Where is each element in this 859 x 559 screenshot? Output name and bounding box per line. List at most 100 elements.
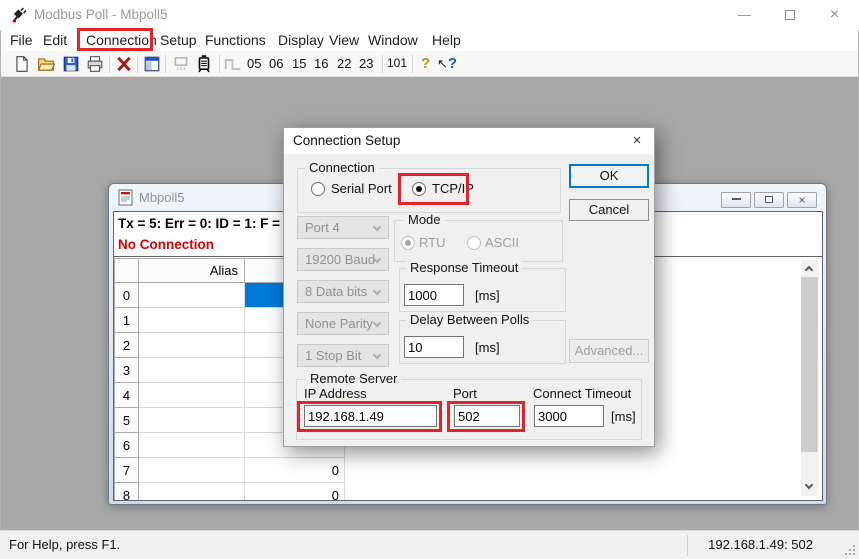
row-header: 5 (115, 408, 139, 433)
row-header: 2 (115, 333, 139, 358)
menu-display[interactable]: Display (278, 30, 324, 51)
delete-icon[interactable] (115, 55, 133, 73)
toolbar-separator (382, 55, 383, 73)
cancel-button[interactable]: Cancel (569, 199, 649, 221)
alias-cell[interactable] (139, 333, 245, 358)
function-16-button[interactable]: 16 (314, 51, 328, 76)
close-button[interactable]: × (812, 0, 857, 30)
connect-timeout-input[interactable] (534, 405, 604, 427)
document-icon (118, 189, 133, 206)
toolbar: 05 06 15 16 22 23 101 ? ↖? (1, 51, 858, 77)
serial-port-radio[interactable] (311, 182, 325, 196)
delay-unit: [ms] (475, 340, 500, 355)
tcpip-label[interactable]: TCP/IP (432, 181, 474, 196)
child-restore-button[interactable] (754, 192, 784, 208)
display-setup-icon[interactable] (143, 55, 161, 73)
save-icon[interactable] (62, 55, 80, 73)
toolbar-separator (137, 55, 138, 73)
ascii-radio[interactable] (467, 236, 481, 250)
close-icon: × (830, 6, 839, 23)
baud-rate-select[interactable]: 19200 Baud (297, 248, 389, 271)
scroll-down-button[interactable] (801, 479, 818, 496)
alias-cell[interactable] (139, 483, 245, 501)
serial-port-select[interactable]: Port 4 (297, 216, 389, 239)
rtu-radio[interactable] (401, 236, 415, 250)
status-help-text: For Help, press F1. (9, 537, 120, 552)
alias-cell[interactable] (139, 408, 245, 433)
function-23-button[interactable]: 23 (359, 51, 373, 76)
parity-select[interactable]: None Parity (297, 312, 389, 335)
alias-column-header[interactable]: Alias (139, 259, 245, 283)
function-101-button[interactable]: 101 (387, 51, 407, 76)
toolbar-separator (219, 55, 220, 73)
chevron-down-icon (373, 223, 381, 231)
app-icon (10, 6, 28, 24)
alias-cell[interactable] (139, 383, 245, 408)
alias-cell[interactable] (139, 308, 245, 333)
menu-file[interactable]: File (10, 30, 33, 51)
minimize-button[interactable]: — (722, 0, 767, 30)
menu-help[interactable]: Help (432, 30, 461, 51)
child-close-button[interactable]: × (787, 192, 817, 208)
selected-port: Port 4 (305, 220, 340, 235)
resize-grip[interactable] (853, 553, 855, 555)
stop-bits-select[interactable]: 1 Stop Bit (297, 344, 389, 367)
menu-view[interactable]: View (329, 30, 359, 51)
ip-address-input[interactable] (304, 405, 437, 427)
serial-port-label[interactable]: Serial Port (331, 181, 392, 196)
response-timeout-input[interactable] (404, 284, 464, 306)
context-help-icon[interactable]: ↖? (437, 51, 457, 76)
connection-setup-dialog: Connection Setup × Connection Serial Por… (283, 127, 655, 447)
ok-button[interactable]: OK (569, 164, 649, 188)
modbus-poll-window: Modbus Poll - Mbpoll5 — × File Edit Conn… (0, 0, 859, 559)
dialog-close-button[interactable]: × (620, 128, 654, 154)
menu-edit[interactable]: Edit (43, 30, 67, 51)
chevron-down-icon (373, 319, 381, 327)
scroll-up-button[interactable] (801, 260, 818, 277)
menu-functions[interactable]: Functions (205, 30, 266, 51)
new-file-icon[interactable] (13, 55, 31, 73)
tcpip-radio[interactable] (412, 182, 426, 196)
communication-log-icon[interactable] (195, 55, 213, 73)
maximize-button[interactable] (767, 0, 812, 30)
scrollbar-thumb[interactable] (801, 277, 818, 452)
function-15-button[interactable]: 15 (292, 51, 306, 76)
data-bits-select[interactable]: 8 Data bits (297, 280, 389, 303)
alias-cell[interactable] (139, 433, 245, 458)
menu-window[interactable]: Window (368, 30, 418, 51)
function-06-button[interactable]: 06 (269, 51, 283, 76)
context-help-arrow: ↖ (437, 56, 448, 71)
poll-icon[interactable] (172, 55, 190, 73)
print-icon[interactable] (86, 55, 104, 73)
connection-group-label: Connection (305, 161, 379, 174)
delay-input[interactable] (404, 336, 464, 358)
chevron-down-icon (373, 287, 381, 295)
status-connection-text: 192.168.1.49: 502 (708, 537, 813, 552)
menu-setup[interactable]: Setup (160, 30, 197, 51)
port-label: Port (453, 386, 477, 401)
alias-cell[interactable] (139, 358, 245, 383)
row-header: 4 (115, 383, 139, 408)
dialog-titlebar: Connection Setup × (284, 128, 654, 154)
alias-cell[interactable] (139, 458, 245, 483)
menu-connection[interactable]: Connection (86, 30, 157, 51)
vertical-scrollbar[interactable] (801, 260, 818, 496)
function-05-button[interactable]: 05 (247, 51, 261, 76)
ascii-label: ASCII (485, 235, 519, 250)
alias-cell[interactable] (139, 283, 245, 308)
value-cell[interactable]: 0 (245, 483, 345, 501)
titlebar: Modbus Poll - Mbpoll5 — × (0, 0, 859, 30)
toolbar-separator (109, 55, 110, 73)
response-timeout-label: Response Timeout (406, 261, 522, 274)
value-cell[interactable]: 0 (245, 458, 345, 483)
advanced-button[interactable]: Advanced... (569, 339, 649, 363)
function-22-button[interactable]: 22 (337, 51, 351, 76)
help-icon[interactable]: ? (421, 51, 430, 76)
table-row: 8 0 (115, 483, 345, 501)
close-icon: × (633, 132, 642, 149)
pulse-icon[interactable] (224, 55, 242, 73)
child-minimize-button[interactable] (721, 192, 751, 208)
open-file-icon[interactable] (37, 55, 55, 73)
selected-stop-bits: 1 Stop Bit (305, 348, 361, 363)
port-input[interactable] (454, 405, 520, 427)
